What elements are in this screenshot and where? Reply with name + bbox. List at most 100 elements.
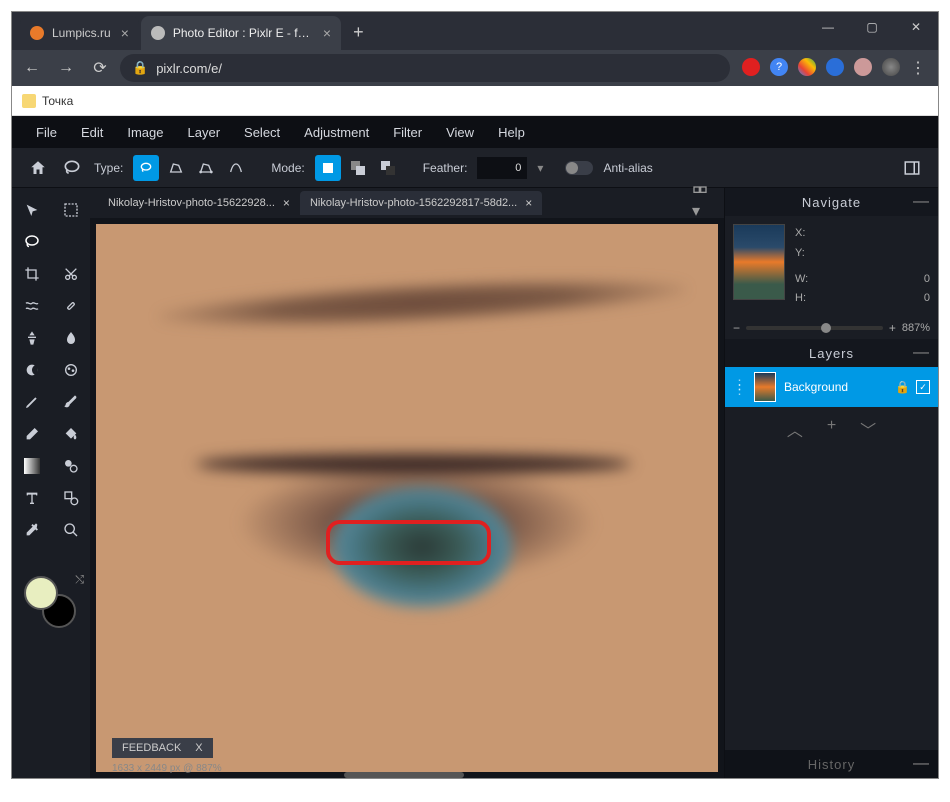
canvas[interactable] xyxy=(96,224,718,772)
close-icon[interactable]: × xyxy=(121,25,129,41)
back-button[interactable]: ← xyxy=(18,54,46,82)
tool-move[interactable] xyxy=(12,194,51,226)
close-button[interactable]: ✕ xyxy=(894,12,938,42)
layer-item[interactable]: ⋮⋮ Background 🔒 ✓ xyxy=(725,367,938,407)
menu-help[interactable]: Help xyxy=(498,125,525,140)
tool-fill[interactable] xyxy=(51,418,90,450)
panel-title: Layers xyxy=(809,346,854,361)
layer-thumbnail[interactable] xyxy=(754,372,776,402)
type-freehand[interactable] xyxy=(133,155,159,181)
horizontal-scrollbar[interactable] xyxy=(344,772,464,778)
bookmark-item[interactable]: Точка xyxy=(42,94,73,108)
layers-header[interactable]: Layers — xyxy=(725,339,938,367)
tool-marquee[interactable] xyxy=(51,194,90,226)
lasso-icon[interactable] xyxy=(60,156,84,180)
profile-avatar[interactable] xyxy=(882,58,900,76)
menu-edit[interactable]: Edit xyxy=(81,125,103,140)
type-bezier[interactable] xyxy=(223,155,249,181)
tool-picker[interactable] xyxy=(12,514,51,546)
tool-brush[interactable] xyxy=(51,386,90,418)
close-icon[interactable]: × xyxy=(323,25,331,41)
color-swatches[interactable]: ⤭ xyxy=(24,576,78,630)
menu-filter[interactable]: Filter xyxy=(393,125,422,140)
zoom-in-button[interactable]: + xyxy=(889,321,896,335)
menu-image[interactable]: Image xyxy=(127,125,163,140)
ext-icon[interactable] xyxy=(826,58,844,76)
close-icon[interactable]: X xyxy=(195,742,202,754)
tool-lasso[interactable] xyxy=(12,226,51,258)
menu-adjustment[interactable]: Adjustment xyxy=(304,125,369,140)
new-tab-button[interactable]: + xyxy=(343,16,374,50)
close-icon[interactable]: × xyxy=(283,196,290,210)
tool-cutout[interactable] xyxy=(51,258,90,290)
add-layer-icon[interactable]: + xyxy=(827,417,836,441)
menu-icon[interactable]: ⋮ xyxy=(910,58,926,78)
maximize-button[interactable]: ▢ xyxy=(850,12,894,42)
layer-up-icon[interactable]: ︿ xyxy=(787,417,803,441)
tool-heal[interactable] xyxy=(51,290,90,322)
type-magnetic[interactable] xyxy=(193,155,219,181)
type-group xyxy=(133,155,249,181)
document-tab[interactable]: Nikolay-Hristov-photo-15622928... × xyxy=(98,191,300,215)
foreground-color[interactable] xyxy=(24,576,58,610)
tool-shape[interactable] xyxy=(51,482,90,514)
menu-select[interactable]: Select xyxy=(244,125,280,140)
mode-new[interactable] xyxy=(315,155,341,181)
collapse-icon[interactable]: — xyxy=(913,344,930,362)
layer-down-icon[interactable]: ﹀ xyxy=(860,417,876,441)
navigate-thumbnail[interactable] xyxy=(733,224,785,300)
close-icon[interactable]: × xyxy=(525,196,532,210)
drag-handle-icon[interactable]: ⋮⋮ xyxy=(733,382,746,392)
history-header[interactable]: History — xyxy=(725,750,938,778)
lock-icon[interactable]: 🔒 xyxy=(895,380,910,394)
tool-replace-color[interactable] xyxy=(51,450,90,482)
help-icon[interactable]: ? xyxy=(770,58,788,76)
zoom-out-button[interactable]: − xyxy=(733,321,740,335)
menu-layer[interactable]: Layer xyxy=(188,125,221,140)
minimize-button[interactable]: — xyxy=(806,12,850,42)
visibility-checkbox[interactable]: ✓ xyxy=(916,380,930,394)
tool-sponge[interactable] xyxy=(51,354,90,386)
antialias-toggle[interactable] xyxy=(565,161,593,175)
menu-file[interactable]: File xyxy=(36,125,57,140)
tool-dodge[interactable] xyxy=(12,354,51,386)
tool-text[interactable] xyxy=(12,482,51,514)
image-content xyxy=(96,224,718,772)
forward-button[interactable]: → xyxy=(52,54,80,82)
reload-button[interactable]: ⟳ xyxy=(86,54,114,82)
zoom-slider[interactable] xyxy=(746,326,883,330)
tool-clone[interactable] xyxy=(12,322,51,354)
tool-wand[interactable] xyxy=(51,226,90,258)
collapse-icon[interactable]: — xyxy=(913,755,930,773)
menu-bar: File Edit Image Layer Select Adjustment … xyxy=(12,116,938,148)
tool-gradient[interactable] xyxy=(12,450,51,482)
browser-tab-lumpics[interactable]: Lumpics.ru × xyxy=(20,16,139,50)
collapse-icon[interactable]: — xyxy=(913,193,930,211)
layout-icon[interactable]: ▾ xyxy=(684,185,716,221)
browser-tab-pixlr[interactable]: Photo Editor : Pixlr E - free image × xyxy=(141,16,341,50)
tool-crop[interactable] xyxy=(12,258,51,290)
home-icon[interactable] xyxy=(26,156,50,180)
ext-icon[interactable] xyxy=(742,58,760,76)
navigate-header[interactable]: Navigate — xyxy=(725,188,938,216)
type-polygon[interactable] xyxy=(163,155,189,181)
reading-list-icon[interactable] xyxy=(854,58,872,76)
url-input[interactable]: 🔒 pixlr.com/e/ xyxy=(120,54,730,82)
x-label: X: xyxy=(795,224,805,244)
mode-subtract[interactable] xyxy=(375,155,401,181)
tool-pen[interactable] xyxy=(12,386,51,418)
mode-add[interactable] xyxy=(345,155,371,181)
tool-liquify[interactable] xyxy=(12,290,51,322)
tool-zoom[interactable] xyxy=(51,514,90,546)
zoom-row: − + 887% xyxy=(725,317,938,339)
tool-blur[interactable] xyxy=(51,322,90,354)
feather-input[interactable] xyxy=(477,157,527,179)
panel-toggle-icon[interactable] xyxy=(900,156,924,180)
menu-view[interactable]: View xyxy=(446,125,474,140)
swap-colors-icon[interactable]: ⤭ xyxy=(75,574,84,587)
favicon xyxy=(30,26,44,40)
feedback-button[interactable]: FEEDBACK X xyxy=(112,738,213,758)
tool-eraser[interactable] xyxy=(12,418,51,450)
document-tab[interactable]: Nikolay-Hristov-photo-1562292817-58d2...… xyxy=(300,191,542,215)
ext-icon[interactable] xyxy=(798,58,816,76)
